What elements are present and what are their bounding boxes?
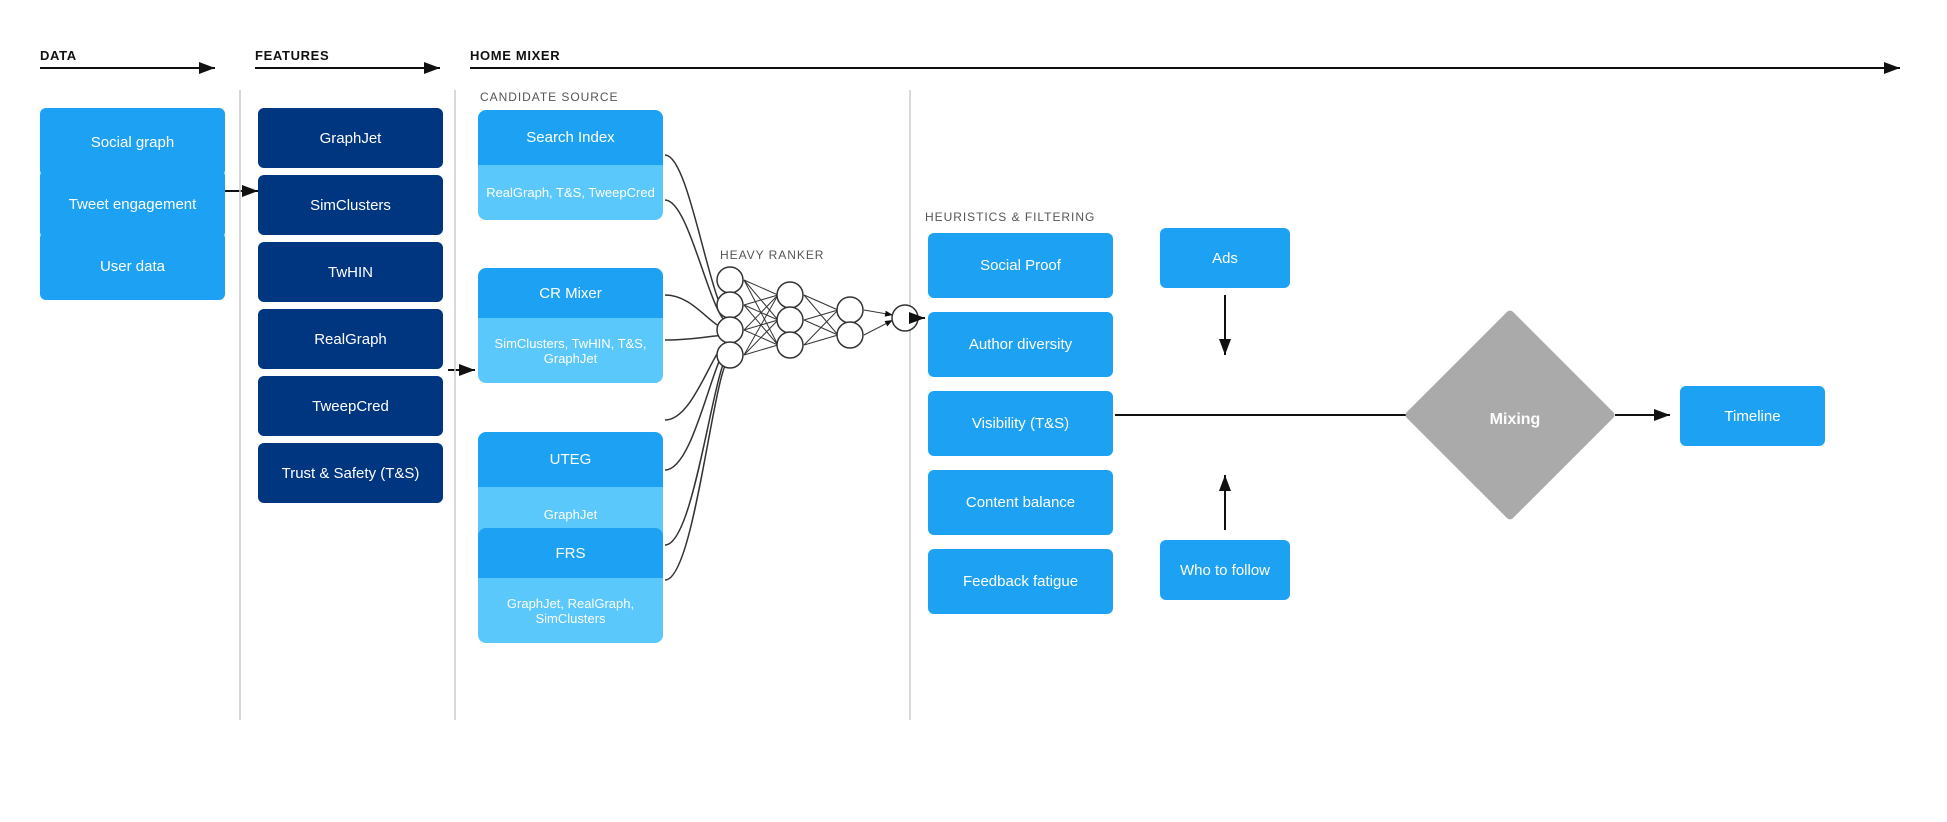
cr-mixer-top: CR Mixer [478, 268, 663, 318]
tweepcred-label: TweepCred [312, 398, 389, 415]
frs-top: FRS [478, 528, 663, 578]
graphjet-label: GraphJet [320, 130, 382, 147]
realgraph-label: RealGraph [314, 331, 387, 348]
timeline-label: Timeline [1724, 408, 1780, 425]
ads-box: Ads [1160, 228, 1290, 288]
user-data-label: User data [100, 258, 165, 275]
cr-mixer-bottom-label: SimClusters, TwHIN, T&S, GraphJet [482, 336, 659, 366]
social-proof-label: Social Proof [980, 257, 1061, 274]
ads-label: Ads [1212, 250, 1238, 267]
social-graph-box: Social graph [40, 108, 225, 176]
twhin-box: TwHIN [258, 242, 443, 302]
uteg-label: UTEG [550, 451, 592, 468]
tweet-engagement-label: Tweet engagement [69, 196, 197, 213]
simclusters-box: SimClusters [258, 175, 443, 235]
uteg-group: UTEG GraphJet [478, 432, 663, 542]
search-index-top: Search Index [478, 110, 663, 165]
graphjet-box: GraphJet [258, 108, 443, 168]
timeline-box: Timeline [1680, 386, 1825, 446]
author-diversity-box: Author diversity [928, 312, 1113, 377]
search-index-bottom: RealGraph, T&S, TweepCred [478, 165, 663, 220]
visibility-box: Visibility (T&S) [928, 391, 1113, 456]
trust-safety-box: Trust & Safety (T&S) [258, 443, 443, 503]
frs-bottom: GraphJet, RealGraph, SimClusters [478, 578, 663, 643]
cr-mixer-group: CR Mixer SimClusters, TwHIN, T&S, GraphJ… [478, 268, 663, 383]
uteg-top: UTEG [478, 432, 663, 487]
features-label: FEATURES [255, 48, 329, 63]
tweepcred-box: TweepCred [258, 376, 443, 436]
who-to-follow-box: Who to follow [1160, 540, 1290, 600]
diagram: DATA FEATURES HOME MIXER CANDIDATE SOURC… [0, 0, 1947, 822]
simclusters-label: SimClusters [310, 197, 391, 214]
cr-mixer-label: CR Mixer [539, 285, 602, 302]
home-mixer-label: HOME MIXER [470, 48, 560, 63]
social-proof-box: Social Proof [928, 233, 1113, 298]
cr-mixer-bottom: SimClusters, TwHIN, T&S, GraphJet [478, 318, 663, 383]
mixing-diamond [1404, 309, 1616, 521]
user-data-box: User data [40, 232, 225, 300]
search-index-label: Search Index [526, 129, 614, 146]
twhin-label: TwHIN [328, 264, 373, 281]
search-index-bottom-label: RealGraph, T&S, TweepCred [486, 185, 655, 200]
candidate-source-label: CANDIDATE SOURCE [480, 90, 618, 104]
mixing-diamond-container: Mixing [1435, 340, 1595, 500]
feedback-fatigue-label: Feedback fatigue [963, 573, 1078, 590]
content-balance-box: Content balance [928, 470, 1113, 535]
feedback-fatigue-box: Feedback fatigue [928, 549, 1113, 614]
realgraph-box: RealGraph [258, 309, 443, 369]
content-balance-label: Content balance [966, 494, 1075, 511]
data-label: DATA [40, 48, 77, 63]
frs-bottom-label: GraphJet, RealGraph, SimClusters [482, 596, 659, 626]
trust-safety-label: Trust & Safety (T&S) [282, 465, 420, 482]
social-graph-label: Social graph [91, 134, 174, 151]
frs-group: FRS GraphJet, RealGraph, SimClusters [478, 528, 663, 643]
search-index-group: Search Index RealGraph, T&S, TweepCred [478, 110, 663, 220]
who-to-follow-label: Who to follow [1180, 562, 1270, 579]
tweet-engagement-box: Tweet engagement [40, 170, 225, 238]
heavy-ranker-label: HEAVY RANKER [720, 248, 824, 262]
uteg-bottom-label: GraphJet [544, 507, 597, 522]
frs-label: FRS [556, 545, 586, 562]
heuristics-label: HEURISTICS & FILTERING [925, 210, 1095, 224]
author-diversity-label: Author diversity [969, 336, 1072, 353]
visibility-label: Visibility (T&S) [972, 415, 1069, 432]
